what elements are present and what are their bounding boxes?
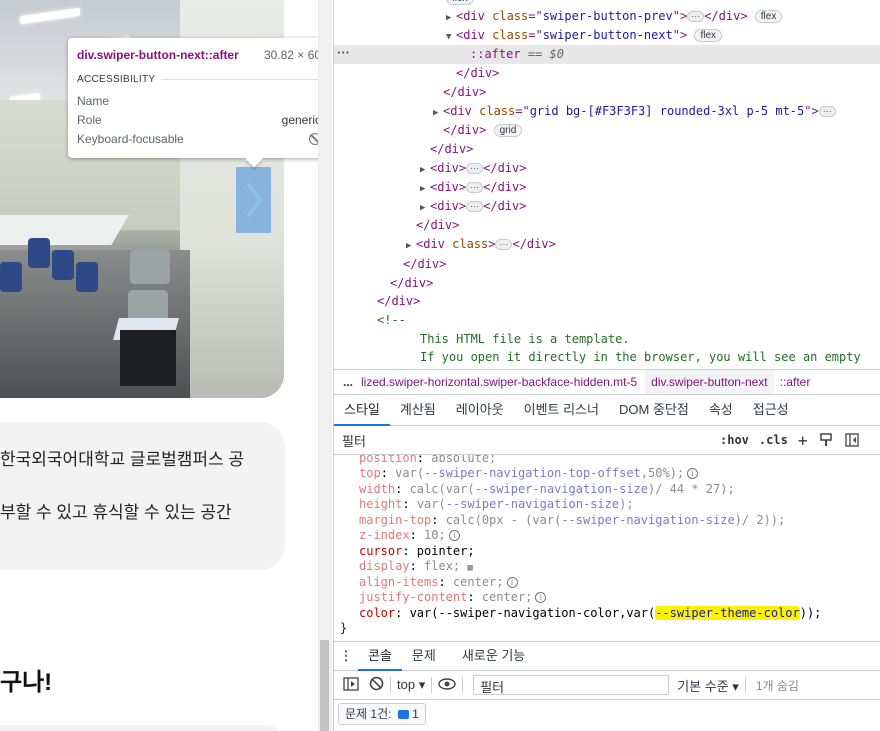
highlighted-variable: --swiper-theme-color: [655, 606, 800, 620]
context-select[interactable]: top ▾: [397, 677, 425, 693]
tooltip-selector: div.swiper-button-next::after: [77, 48, 239, 62]
sidebar-toggle-icon[interactable]: [343, 676, 359, 694]
description-line-1: 한국외국어대학교 글로벌캠퍼스 공: [0, 450, 245, 469]
devtools-panel: ··· flex ▶<div class="swiper-button-prev…: [333, 0, 880, 731]
info-icon[interactable]: i: [448, 530, 460, 541]
breadcrumb-item-swiper[interactable]: lized.swiper-horizontal.swiper-backface-…: [361, 375, 645, 389]
drawer-tabs: ⋮ 콘솔 문제 새로운 기능: [334, 641, 880, 671]
tab-issues[interactable]: 문제: [402, 642, 446, 671]
not-focusable-icon: [309, 132, 318, 145]
cls-button[interactable]: .cls: [759, 433, 788, 447]
page-scrollbar[interactable]: [318, 0, 332, 731]
web-page: 한국외국어대학교 글로벌캠퍼스 공 부할 수 있고 휴식할 수 있는 공간 구나…: [0, 0, 318, 731]
tab-properties[interactable]: 속성: [699, 395, 743, 426]
more-tools-icon[interactable]: ⋮: [334, 648, 358, 664]
dom-node-div[interactable]: ▶ <div> ··· </div>: [420, 159, 526, 178]
section-heading: 구나!: [0, 669, 53, 696]
breadcrumb-more[interactable]: ...: [334, 375, 361, 389]
info-icon[interactable]: i: [687, 468, 699, 479]
tooltip-section-title: ACCESSIBILITY: [77, 74, 156, 85]
dom-node-after-pseudo[interactable]: ::after == $0: [470, 45, 564, 64]
comment-line-2: If you open it directly in the browser, …: [420, 350, 861, 364]
dom-node-div[interactable]: ▶ <div> ··· </div>: [420, 178, 526, 197]
clear-console-icon[interactable]: [369, 676, 384, 694]
next-card: [0, 725, 285, 731]
hov-button[interactable]: :hov: [720, 433, 749, 447]
swiper-next-button[interactable]: [236, 167, 271, 233]
inspect-tooltip: div.swiper-button-next::after 30.82 × 60…: [68, 38, 318, 158]
screen: 한국외국어대학교 글로벌캠퍼스 공 부할 수 있고 휴식할 수 있는 공간 구나…: [0, 0, 880, 731]
selected-node-highlight: [334, 45, 880, 64]
issues-button[interactable]: 문제 1건: 1: [338, 703, 426, 725]
sidebar-tabs: 스타일 계산됨 레이아웃 이벤트 리스너 DOM 중단점 속성 접근성: [334, 395, 880, 426]
new-rule-button[interactable]: +: [798, 431, 808, 450]
tooltip-role-value: generic: [281, 112, 318, 127]
info-icon[interactable]: i: [506, 577, 518, 588]
log-level-select[interactable]: 기본 수준 ▾: [677, 676, 739, 695]
styles-pane[interactable]: position: absolute; top: var(--swiper-na…: [334, 455, 880, 640]
elements-tree[interactable]: ··· flex ▶<div class="swiper-button-prev…: [334, 0, 880, 369]
tooltip-dimensions: 30.82 × 60: [263, 48, 318, 62]
tab-accessibility[interactable]: 접근성: [743, 395, 799, 426]
styles-filter-input[interactable]: 필터: [342, 431, 710, 450]
tab-computed[interactable]: 계산됨: [390, 395, 446, 426]
description-line-2: 부할 수 있고 휴식할 수 있는 공간: [0, 503, 232, 522]
chevron-right-icon: [245, 182, 263, 218]
dom-breadcrumb: ... lized.swiper-horizontal.swiper-backf…: [334, 369, 880, 395]
tab-console[interactable]: 콘솔: [358, 642, 402, 671]
toggle-sidebar-icon[interactable]: [845, 433, 860, 447]
page-scrollbar-thumb[interactable]: [320, 640, 329, 731]
dom-node-div-class[interactable]: ▶ <div class> ··· </div>: [406, 235, 556, 254]
hidden-count: 1개 숨김: [755, 678, 799, 693]
tab-event-listeners[interactable]: 이벤트 리스너: [514, 395, 609, 426]
tooltip-label-focusable: Keyboard-focusable: [77, 131, 184, 146]
tab-whats-new[interactable]: 새로운 기능: [452, 642, 535, 671]
tooltip-label-role: Role: [77, 112, 102, 127]
flexbox-editor-icon[interactable]: ▦: [467, 563, 472, 573]
message-icon: [397, 710, 409, 720]
tab-layout[interactable]: 레이아웃: [446, 395, 514, 426]
tooltip-label-name: Name: [77, 93, 110, 108]
dom-node-swiper-prev[interactable]: ▶ <div class="swiper-button-prev"> ··· </di…: [446, 7, 783, 26]
breadcrumb-item-button-next[interactable]: div.swiper-button-next: [645, 370, 774, 394]
dom-node-grid[interactable]: ▶ <div class="grid bg-[#F3F3F3] rounded-3…: [433, 102, 836, 121]
breadcrumb-item-after[interactable]: ::after: [774, 375, 817, 389]
paint-icon[interactable]: [819, 433, 833, 447]
console-filter-input[interactable]: 필터: [473, 675, 670, 695]
tab-dom-breakpoints[interactable]: DOM 중단점: [609, 395, 699, 426]
node-actions-icon[interactable]: ···: [337, 45, 350, 64]
console-toolbar: top ▾ 필터 기본 수준 ▾ 1개 숨김: [334, 671, 880, 700]
info-icon[interactable]: i: [535, 592, 547, 603]
issues-bar: 문제 1건: 1: [334, 700, 880, 731]
live-expression-eye-icon[interactable]: [438, 677, 456, 693]
dom-node-swiper-next[interactable]: ▼ <div class="swiper-button-next"> flex: [446, 26, 722, 45]
dom-node-div[interactable]: ▶ <div> ··· </div>: [420, 197, 526, 216]
tab-styles[interactable]: 스타일: [334, 395, 390, 426]
styles-filter-bar: 필터 :hov .cls +: [334, 426, 880, 455]
comment-line-1: This HTML file is a template.: [420, 332, 630, 346]
